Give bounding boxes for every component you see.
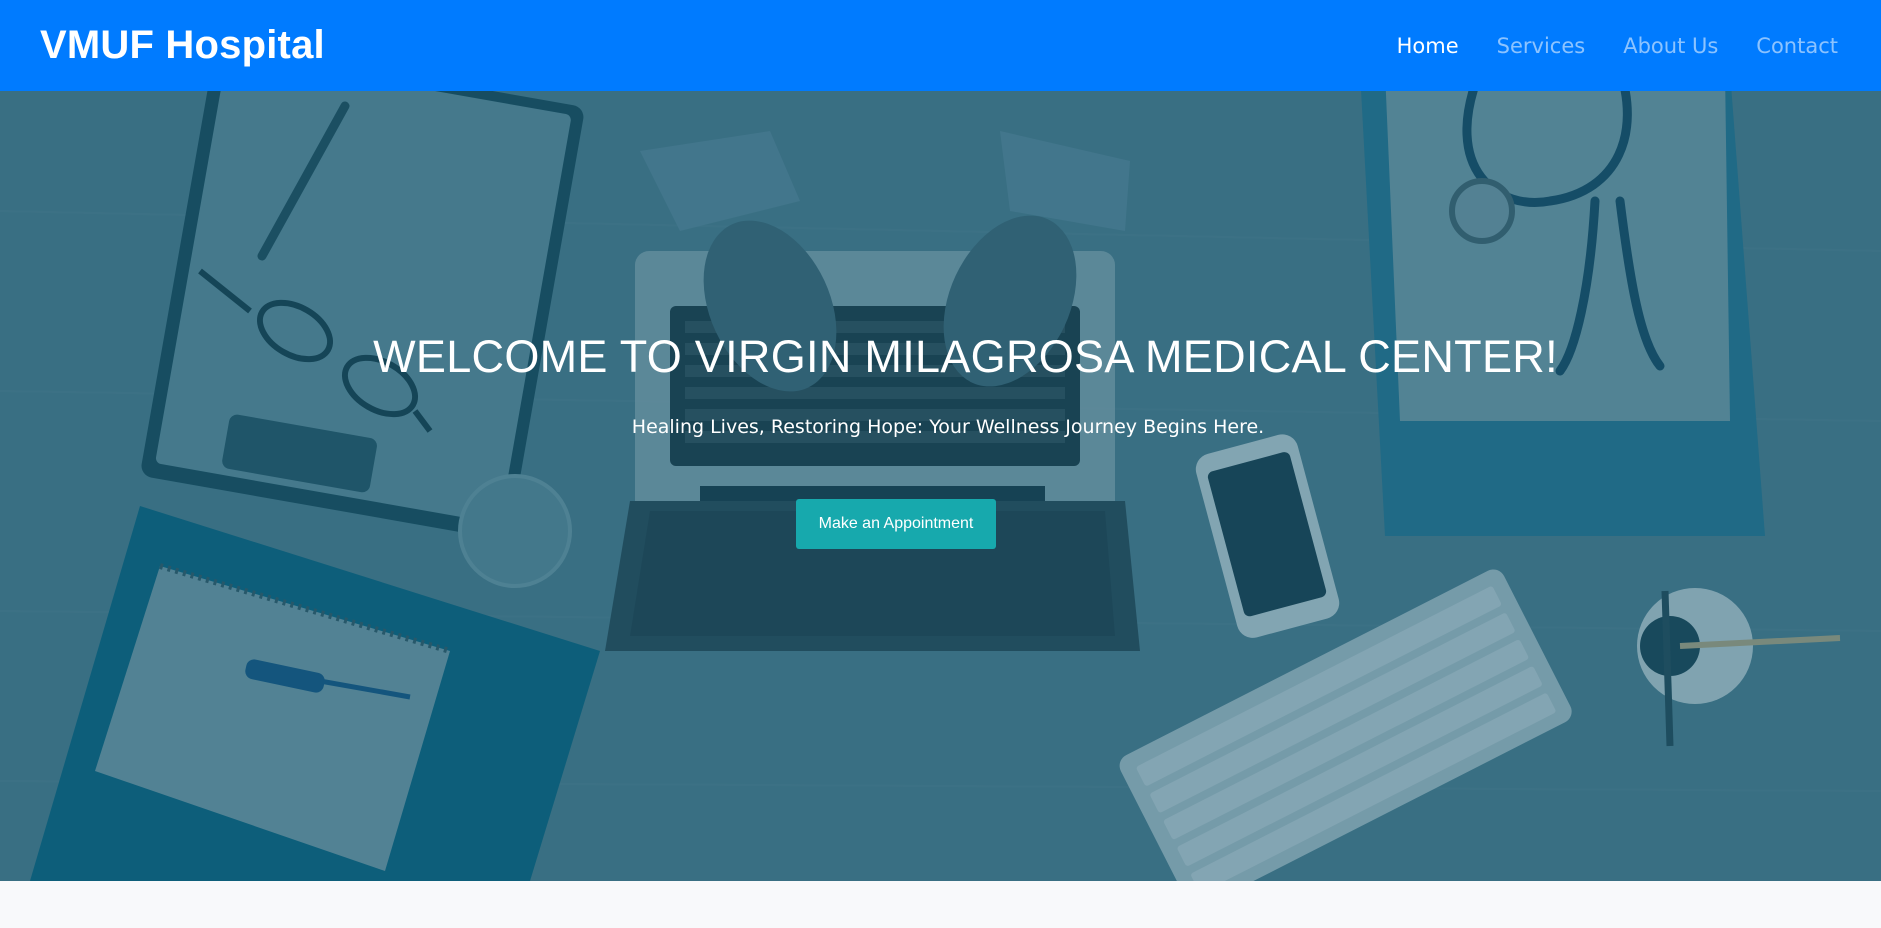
main-nav: Home Services About Us Contact — [1397, 34, 1838, 58]
nav-link-home[interactable]: Home — [1397, 34, 1459, 58]
hero-title: WELCOME TO VIRGIN MILAGROSA MEDICAL CENT… — [373, 331, 1558, 382]
next-section — [0, 881, 1881, 928]
hero-section: WELCOME TO VIRGIN MILAGROSA MEDICAL CENT… — [0, 91, 1881, 881]
nav-link-contact[interactable]: Contact — [1756, 34, 1838, 58]
make-appointment-button[interactable]: Make an Appointment — [796, 499, 996, 549]
site-header: VMUF Hospital Home Services About Us Con… — [0, 0, 1881, 91]
nav-link-about-us[interactable]: About Us — [1623, 34, 1718, 58]
hero-content: WELCOME TO VIRGIN MILAGROSA MEDICAL CENT… — [0, 91, 1881, 881]
hero-subtitle: Healing Lives, Restoring Hope: Your Well… — [631, 416, 1265, 438]
site-logo[interactable]: VMUF Hospital — [40, 23, 325, 68]
nav-link-services[interactable]: Services — [1497, 34, 1586, 58]
